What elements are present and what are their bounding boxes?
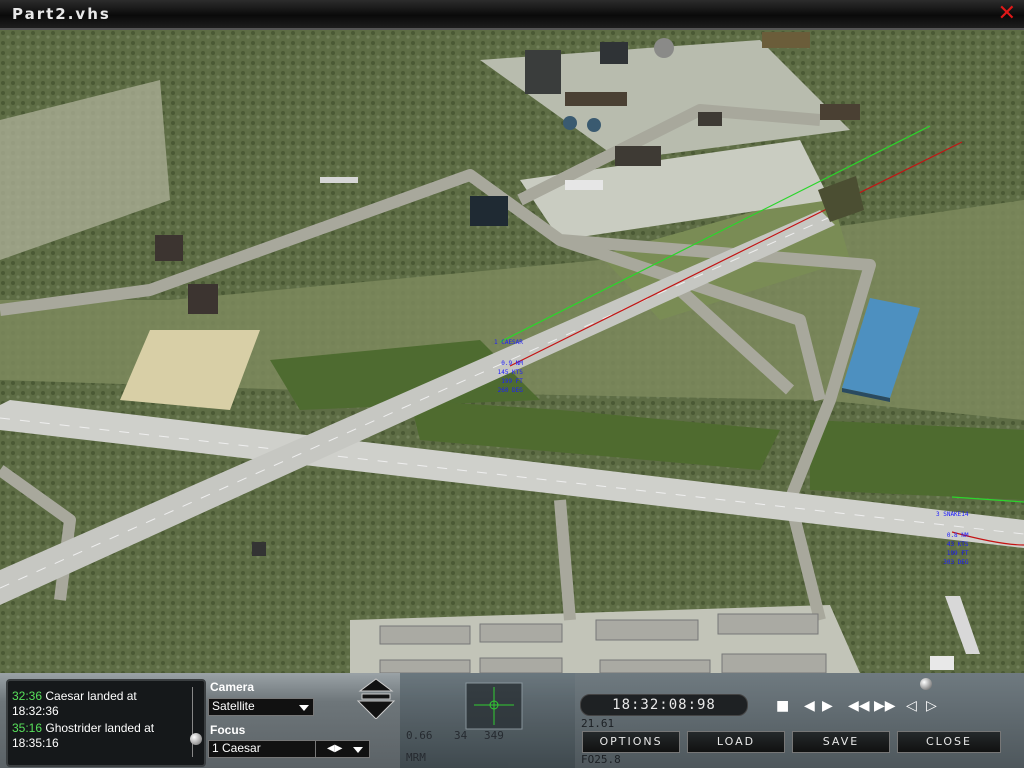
altitude-readout: 199 FT <box>946 550 969 557</box>
log-text: Ghostrider landed at <box>45 721 155 735</box>
aircraft-name: 3 SNAKE14 <box>936 511 969 518</box>
log-text-2: 18:35:16 <box>12 736 59 750</box>
log-scrollbar[interactable] <box>192 687 201 757</box>
log-entry: 35:16 Ghostrider landed at 18:35:16 <box>12 721 154 751</box>
focus-select[interactable]: 1 Caesar ◀▶ <box>208 740 370 758</box>
speed-readout: 145 KTS <box>497 369 523 376</box>
step-back-icon[interactable]: ◀ <box>804 699 815 713</box>
gauge-readout: 21.61 <box>581 717 615 730</box>
heading-readout: 303 DEG <box>943 559 969 566</box>
satellite-view[interactable]: 1 CAESAR 0.9 NM 145 KTS 199 FT 260 DEG 3… <box>0 30 1024 673</box>
slow-forward-icon[interactable]: ▷ <box>926 699 937 713</box>
speed-readout: 43 KTS <box>946 541 969 548</box>
gauge-readout: FO25.8 <box>581 753 621 766</box>
event-log: 32:36 Caesar landed at 18:32:36 35:16 Gh… <box>6 679 206 767</box>
aircraft-name: 1 CAESAR <box>494 339 523 346</box>
log-text-2: 18:32:36 <box>12 704 59 718</box>
camera-label: Camera <box>210 680 255 694</box>
focus-label: Focus <box>210 723 246 737</box>
gauge-readout: 34 <box>454 729 468 742</box>
window-title: Part2.vhs <box>12 5 111 23</box>
close-window-icon[interactable]: ✕ <box>998 1 1016 26</box>
close-button[interactable]: CLOSE <box>897 731 1001 753</box>
chevron-down-icon <box>299 705 309 711</box>
fast-forward-icon[interactable]: ▶▶ <box>874 699 896 713</box>
step-forward-icon[interactable]: ▶ <box>822 699 833 713</box>
heading-readout: 260 DEG <box>497 387 523 394</box>
camera-select[interactable]: Satellite <box>208 698 314 716</box>
title-bar: Part2.vhs ✕ <box>0 0 1024 30</box>
stop-icon[interactable]: ■ <box>776 699 789 713</box>
chevron-down-icon <box>353 747 363 753</box>
log-entry: 32:36 Caesar landed at 18:32:36 <box>12 689 137 719</box>
rewind-icon[interactable]: ◀◀ <box>848 699 870 713</box>
aircraft-label-caesar[interactable]: 1 CAESAR 0.9 NM 145 KTS 199 FT 260 DEG <box>494 338 523 395</box>
focus-cycle-arrows-icon[interactable]: ◀▶ <box>327 743 342 754</box>
save-button[interactable]: SAVE <box>792 731 890 753</box>
control-deck: 21.61 FO25.8 <box>575 673 1024 768</box>
playback-clock: 18:32:08:98 <box>580 694 748 716</box>
focus-value: 1 Caesar <box>212 741 261 755</box>
log-time: 35:16 <box>12 721 43 735</box>
load-button[interactable]: LOAD <box>687 731 785 753</box>
gauge-readout: 349 <box>484 729 504 742</box>
camera-value: Satellite <box>212 699 255 713</box>
log-scroll-knob[interactable] <box>190 733 202 745</box>
distance-readout: 0.8 NM <box>946 532 969 539</box>
slow-back-icon[interactable]: ◁ <box>906 699 917 713</box>
speed-knob[interactable] <box>920 678 932 690</box>
playback-control-panel: 32:36 Caesar landed at 18:32:36 35:16 Gh… <box>0 673 1024 768</box>
altitude-readout: 199 FT <box>501 378 523 385</box>
gauge-readout: MRM <box>406 751 426 764</box>
options-button[interactable]: OPTIONS <box>582 731 680 753</box>
log-text: Caesar landed at <box>45 689 137 703</box>
cockpit-gauges: 0.66 349 34 MRM <box>400 673 575 768</box>
aircraft-label-snake14[interactable]: 3 SNAKE14 0.8 NM 43 KTS 199 FT 303 DEG <box>936 510 969 567</box>
camera-zoom-arrows-icon[interactable] <box>352 677 400 719</box>
gauge-readout: 0.66 <box>406 729 433 742</box>
log-time: 32:36 <box>12 689 43 703</box>
distance-readout: 0.9 NM <box>501 360 523 367</box>
